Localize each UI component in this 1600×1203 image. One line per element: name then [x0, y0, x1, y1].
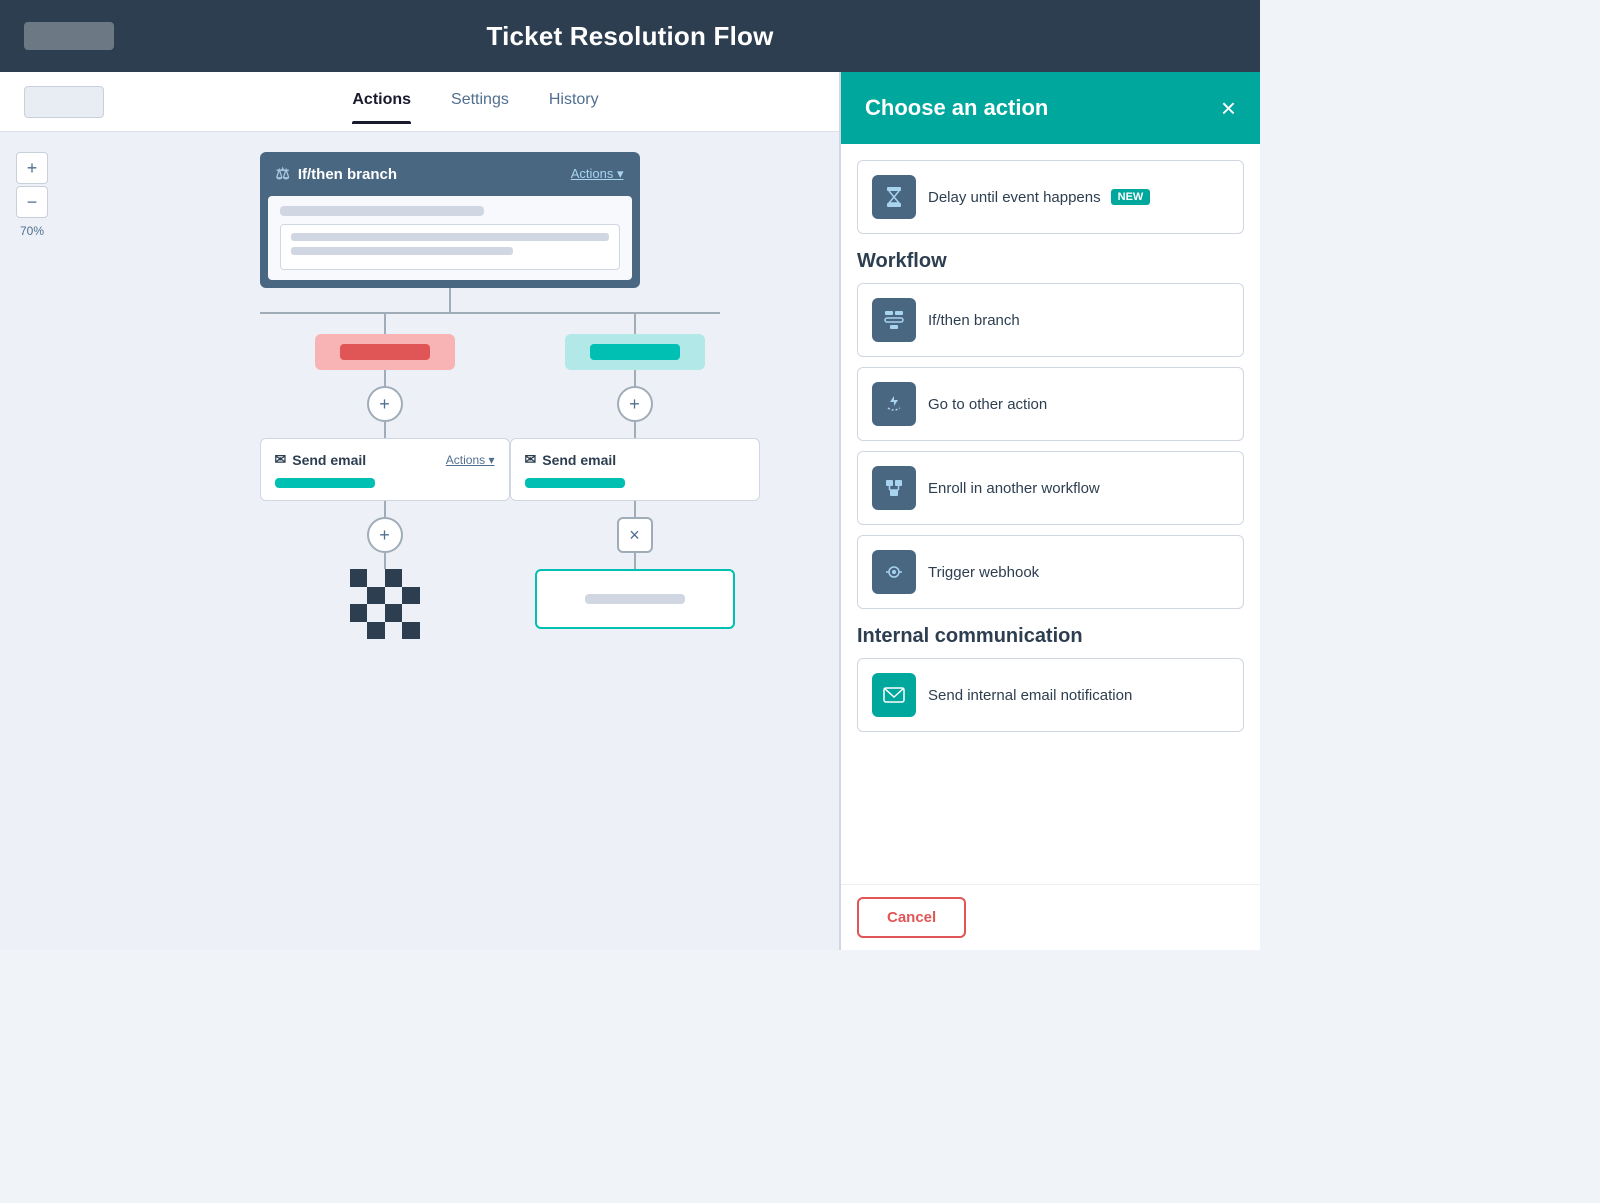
internal-email-icon [882, 683, 906, 707]
send-email-header-left: ✉ Send email Actions ▾ [275, 451, 495, 468]
send-email-node-right[interactable]: ✉ Send email [510, 438, 760, 501]
enroll-action-label: Enroll in another workflow [928, 480, 1100, 497]
send-email-actions-btn-left[interactable]: Actions ▾ [446, 453, 495, 467]
branch-node-header: ⚖ If/then branch Actions ▾ [260, 152, 640, 196]
cancel-node[interactable]: × [617, 517, 653, 553]
internal-email-action-label: Send internal email notification [928, 687, 1132, 704]
workflow-canvas: ⚖ If/then branch Actions ▾ [60, 132, 839, 950]
email-bar-right [525, 478, 625, 488]
send-email-title-left: ✉ Send email [275, 451, 367, 468]
placeholder-button[interactable] [24, 86, 104, 118]
zoom-in-button[interactable]: + [16, 152, 48, 184]
goto-action-label: Go to other action [928, 396, 1047, 413]
h-split-line [260, 312, 720, 314]
branch-inner-line-1 [291, 233, 609, 241]
zoom-out-button[interactable]: − [16, 186, 48, 218]
ifthen-action-item[interactable]: If/then branch [857, 283, 1244, 357]
workflow-section-label: Workflow [857, 250, 1244, 273]
connector-right-v2 [634, 370, 636, 386]
input-node[interactable] [535, 569, 735, 629]
main-layout: Actions Settings History + − 70% ⚖ [0, 72, 1260, 950]
connector-left-v2 [384, 370, 386, 386]
connector-left-v1 [384, 314, 386, 334]
enroll-action-item[interactable]: Enroll in another workflow [857, 451, 1244, 525]
logo-placeholder [24, 22, 114, 50]
webhook-icon [882, 560, 906, 584]
right-panel-footer: Cancel [841, 884, 1260, 950]
send-email-node-left[interactable]: ✉ Send email Actions ▾ [260, 438, 510, 501]
branch-node-title: ⚖ If/then branch [276, 164, 398, 184]
ifthen-icon-box [872, 298, 916, 342]
internal-email-icon-box [872, 673, 916, 717]
cancel-action-button[interactable]: Cancel [857, 897, 966, 938]
branch-col-right: + ✉ Send email [510, 314, 760, 629]
branch-inner-line-2 [291, 247, 514, 255]
teal-inner-bar [590, 344, 680, 360]
close-button[interactable]: × [1221, 95, 1236, 121]
delay-action-label: Delay until event happens [928, 189, 1101, 206]
branch-icon: ⚖ [276, 164, 290, 184]
internal-section-label: Internal communication [857, 625, 1244, 648]
add-circle-right[interactable]: + [617, 386, 653, 422]
envelope-icon-left: ✉ [275, 451, 287, 468]
webhook-action-item[interactable]: Trigger webhook [857, 535, 1244, 609]
enroll-icon [882, 476, 906, 500]
zoom-label: 70% [20, 224, 44, 238]
internal-email-action-item[interactable]: Send internal email notification [857, 658, 1244, 732]
connector-right-v1 [634, 314, 636, 334]
send-email-header-right: ✉ Send email [525, 451, 745, 468]
branch-line-1 [280, 206, 484, 216]
input-node-bar [585, 594, 685, 604]
envelope-icon-right: ✉ [525, 451, 537, 468]
branch-col-left: + ✉ Send email Actions ▾ [260, 314, 510, 639]
goto-icon [882, 392, 906, 416]
right-panel-title: Choose an action [865, 95, 1048, 121]
actions-list: Delay until event happens NEW Workflow I… [841, 144, 1260, 884]
connector-right-v5 [634, 553, 636, 569]
connector-left-v5 [384, 553, 386, 569]
new-badge: NEW [1111, 189, 1151, 205]
tab-actions[interactable]: Actions [352, 91, 411, 113]
tab-history[interactable]: History [549, 91, 599, 113]
webhook-action-label: Trigger webhook [928, 564, 1039, 581]
connector-right-v4 [634, 501, 636, 517]
tab-settings[interactable]: Settings [451, 91, 509, 113]
left-panel: Actions Settings History + − 70% ⚖ [0, 72, 840, 950]
tabs-group: Actions Settings History [352, 91, 598, 113]
delay-icon-box [872, 175, 916, 219]
add-circle-left[interactable]: + [367, 386, 403, 422]
connector-left-v4 [384, 501, 386, 517]
delay-action-item[interactable]: Delay until event happens NEW [857, 160, 1244, 234]
add-circle-left-2[interactable]: + [367, 517, 403, 553]
ifthen-action-label: If/then branch [928, 312, 1020, 329]
red-bar-node [315, 334, 455, 370]
branch-actions-button[interactable]: Actions ▾ [571, 166, 624, 182]
branch-pair: + ✉ Send email Actions ▾ [220, 314, 680, 639]
checkerboard-icon [350, 569, 420, 639]
hourglass-icon [882, 185, 906, 209]
zoom-controls: + − 70% [16, 152, 48, 238]
send-email-title-right: ✉ Send email [525, 451, 617, 468]
goto-action-item[interactable]: Go to other action [857, 367, 1244, 441]
webhook-icon-box [872, 550, 916, 594]
connector-v1 [449, 288, 451, 312]
page-title: Ticket Resolution Flow [486, 21, 773, 52]
branch-node-body [268, 196, 632, 280]
teal-bar-node [565, 334, 705, 370]
red-inner-bar [340, 344, 430, 360]
tabs-bar: Actions Settings History [0, 72, 839, 132]
email-bar-left [275, 478, 375, 488]
goto-icon-box [872, 382, 916, 426]
connector-right-v3 [634, 422, 636, 438]
connector-left-v3 [384, 422, 386, 438]
right-panel: Choose an action × Delay until event hap… [840, 72, 1260, 950]
canvas-area: + − 70% ⚖ If/then branch Actions ▾ [0, 132, 839, 950]
ifthen-branch-icon [882, 308, 906, 332]
branch-node[interactable]: ⚖ If/then branch Actions ▾ [260, 152, 640, 288]
branch-line-group [280, 224, 620, 270]
right-panel-header: Choose an action × [841, 72, 1260, 144]
enroll-icon-box [872, 466, 916, 510]
top-header: Ticket Resolution Flow [0, 0, 1260, 72]
